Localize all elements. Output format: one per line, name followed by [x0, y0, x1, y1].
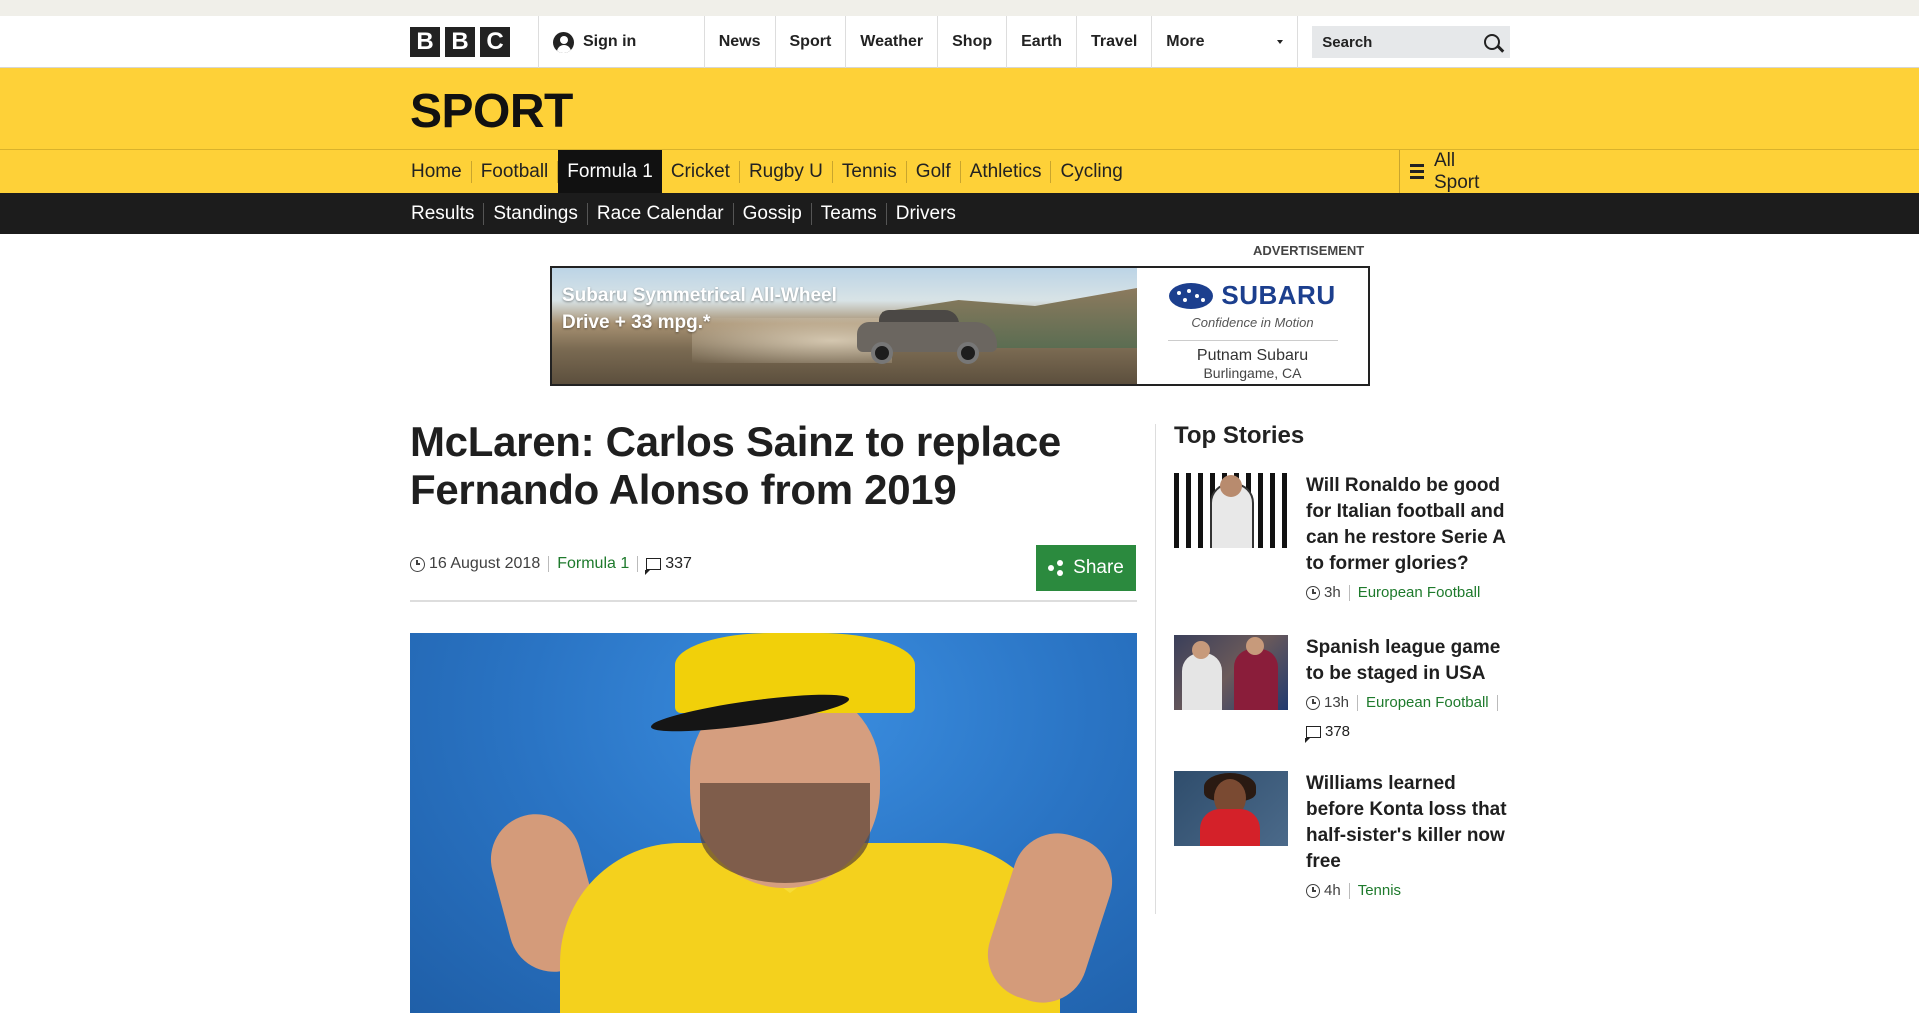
share-label: Share — [1073, 557, 1124, 578]
global-nav-travel[interactable]: Travel — [1077, 16, 1153, 68]
story-title[interactable]: Will Ronaldo be good for Italian footbal… — [1306, 473, 1516, 577]
sport-nav-golf[interactable]: Golf — [907, 160, 961, 183]
advertisement-banner[interactable]: Subaru Symmetrical All-Wheel Drive + 33 … — [550, 266, 1370, 386]
menu-icon — [1410, 164, 1424, 179]
ad-dealer: Putnam Subaru — [1196, 347, 1309, 364]
sport-nav-cycling[interactable]: Cycling — [1051, 161, 1131, 183]
subnav-race-calendar[interactable]: Race Calendar — [588, 202, 734, 225]
story-time: 3h — [1324, 584, 1341, 601]
top-story-item[interactable]: Will Ronaldo be good for Italian footbal… — [1174, 473, 1514, 601]
clock-icon — [1306, 585, 1320, 600]
comment-icon — [645, 558, 662, 575]
share-icon — [1048, 560, 1064, 576]
meta-divider — [410, 600, 1137, 602]
global-nav-shop[interactable]: Shop — [938, 16, 1008, 68]
subnav-gossip[interactable]: Gossip — [734, 202, 812, 225]
story-meta: 4h Tennis — [1306, 882, 1516, 899]
search-input[interactable]: Search — [1312, 26, 1510, 58]
sign-in-label: Sign in — [583, 33, 637, 50]
global-nav-more[interactable]: More — [1152, 16, 1299, 68]
clock-icon — [1306, 883, 1320, 898]
comment-icon — [1305, 725, 1321, 743]
advertisement-label: ADVERTISEMENT — [1253, 243, 1365, 258]
top-story-item[interactable]: Spanish league game to be staged in USA … — [1174, 635, 1516, 743]
story-section-link[interactable]: European Football — [1366, 694, 1489, 711]
all-sport-label: All Sport — [1434, 149, 1480, 193]
subnav-teams[interactable]: Teams — [812, 202, 887, 225]
sport-header: SPORT — [0, 68, 1919, 150]
sport-nav-formula-1[interactable]: Formula 1 — [558, 150, 662, 193]
bbc-logo-letter: B — [445, 27, 475, 57]
global-nav-news[interactable]: News — [705, 16, 776, 68]
global-nav-earth[interactable]: Earth — [1007, 16, 1078, 68]
chevron-down-icon — [1277, 40, 1284, 44]
sport-nav-athletics[interactable]: Athletics — [961, 160, 1052, 183]
clock-icon — [410, 556, 425, 572]
sport-nav: Home Football Formula 1 Cricket Rugby U … — [0, 150, 1919, 193]
article-meta: 16 August 2018 Formula 1 337 — [410, 555, 692, 575]
ad-location: Burlingame, CA — [1203, 365, 1302, 381]
ad-brand: SUBARU — [1221, 280, 1336, 310]
article-headline: McLaren: Carlos Sainz to replace Fernand… — [410, 418, 1061, 513]
ad-brand-panel: SUBARU Confidence in Motion Putnam Subar… — [1137, 268, 1368, 384]
sign-in-link[interactable]: Sign in — [538, 16, 704, 68]
ad-headline-line2: Drive + 33 mpg.* — [562, 312, 711, 333]
subaru-logo-icon — [1169, 282, 1214, 309]
sport-nav-home[interactable]: Home — [410, 160, 472, 183]
global-nav-weather[interactable]: Weather — [846, 16, 939, 68]
bbc-global-bar: B B C Sign in News Sport Weather Shop Ea… — [0, 16, 1919, 68]
article-date: 16 August 2018 — [429, 555, 541, 572]
subnav-drivers[interactable]: Drivers — [887, 203, 965, 225]
story-thumbnail[interactable] — [1174, 771, 1288, 846]
global-nav: News Sport Weather Shop Earth Travel Mor… — [703, 16, 1299, 68]
car-illustration — [857, 308, 997, 364]
bbc-logo-letter: C — [480, 27, 510, 57]
sport-nav-football[interactable]: Football — [472, 160, 559, 183]
story-title[interactable]: Spanish league game to be staged in USA — [1306, 635, 1516, 687]
column-divider — [1155, 424, 1156, 914]
article-comment-count[interactable]: 337 — [665, 555, 692, 573]
ad-tagline: Confidence in Motion — [1191, 315, 1314, 330]
top-story-item[interactable]: Williams learned before Konta loss that … — [1174, 771, 1514, 899]
story-time: 13h — [1324, 694, 1350, 711]
story-thumbnail[interactable] — [1174, 635, 1288, 710]
f1-subnav: Results Standings Race Calendar Gossip T… — [0, 193, 1919, 234]
browser-top-strip — [0, 0, 1919, 16]
search-placeholder: Search — [1322, 33, 1373, 51]
story-time: 4h — [1324, 882, 1341, 899]
article-hero-image — [410, 633, 1137, 1013]
clock-icon — [1306, 695, 1320, 710]
more-label: More — [1166, 33, 1205, 50]
article-section-link[interactable]: Formula 1 — [557, 555, 629, 573]
story-section-link[interactable]: European Football — [1358, 584, 1481, 601]
search-icon[interactable] — [1484, 34, 1500, 50]
subnav-standings[interactable]: Standings — [484, 202, 588, 225]
subnav-results[interactable]: Results — [410, 202, 485, 225]
all-sport-button[interactable]: All Sport — [1399, 150, 1510, 193]
share-button[interactable]: Share — [1036, 545, 1136, 591]
global-nav-sport[interactable]: Sport — [776, 16, 847, 68]
sport-nav-tennis[interactable]: Tennis — [833, 160, 907, 183]
story-section-link[interactable]: Tennis — [1358, 882, 1401, 899]
ad-car-image: Subaru Symmetrical All-Wheel Drive + 33 … — [552, 268, 1137, 384]
story-comment-count[interactable]: 378 — [1325, 723, 1350, 740]
story-thumbnail[interactable] — [1174, 473, 1288, 548]
ad-headline-line1: Subaru Symmetrical All-Wheel — [562, 285, 837, 306]
bbc-logo-letter: B — [410, 27, 440, 57]
sport-title[interactable]: SPORT — [410, 84, 573, 139]
sport-nav-rugby-union[interactable]: Rugby U — [740, 160, 833, 183]
story-meta: 3h European Football — [1306, 584, 1516, 601]
story-title[interactable]: Williams learned before Konta loss that … — [1306, 771, 1516, 875]
sport-nav-cricket[interactable]: Cricket — [662, 160, 740, 183]
story-meta: 13h European Football 378 — [1305, 694, 1516, 743]
top-stories-heading: Top Stories — [1174, 422, 1305, 449]
user-icon — [553, 31, 574, 53]
ad-headline: Subaru Symmetrical All-Wheel Drive + 33 … — [562, 282, 862, 336]
bbc-logo[interactable]: B B C — [410, 27, 510, 57]
